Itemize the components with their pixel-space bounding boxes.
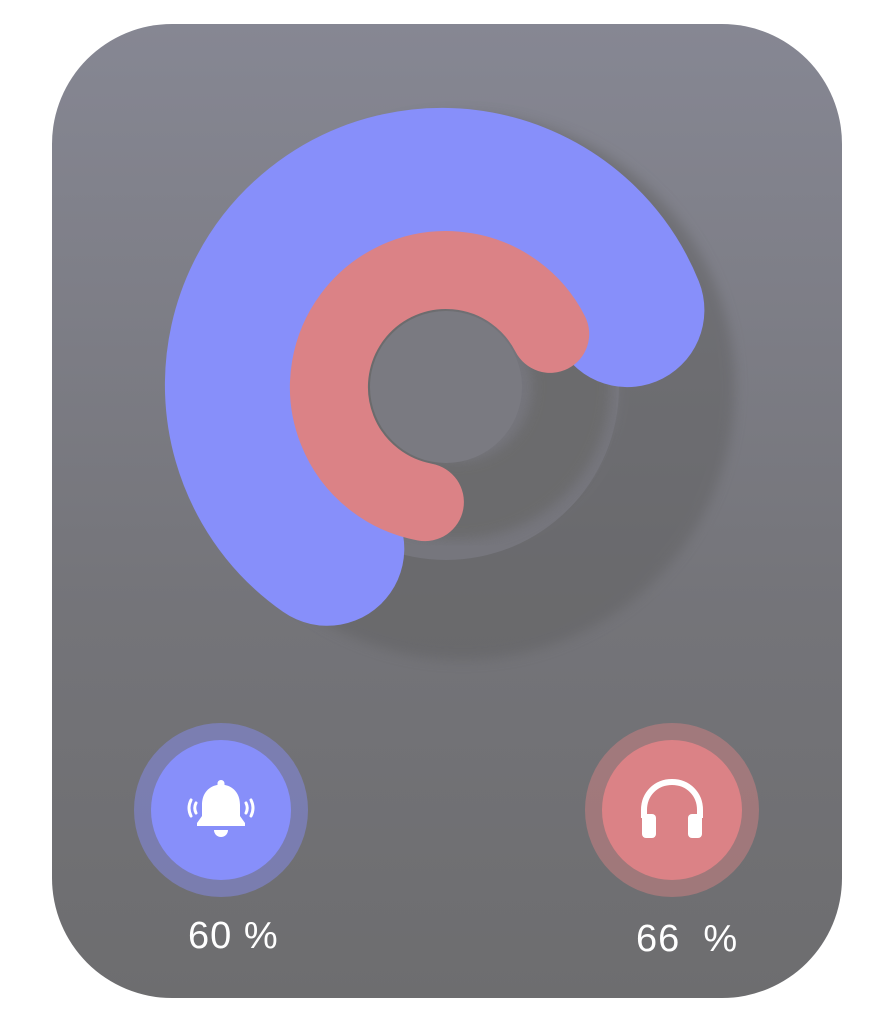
notification-volume-button[interactable] (134, 723, 308, 897)
notification-volume-value: 60 % (188, 915, 279, 957)
headphone-volume-button-face (602, 740, 742, 880)
watch-card: 60 % 66 % (52, 24, 842, 998)
notification-volume-button-face (151, 740, 291, 880)
headphones-icon (632, 768, 712, 853)
bell-ringing-icon (181, 768, 261, 853)
center-disc (370, 311, 522, 463)
headphone-volume-value: 66 % (636, 918, 739, 960)
headphone-volume-button[interactable] (585, 723, 759, 897)
